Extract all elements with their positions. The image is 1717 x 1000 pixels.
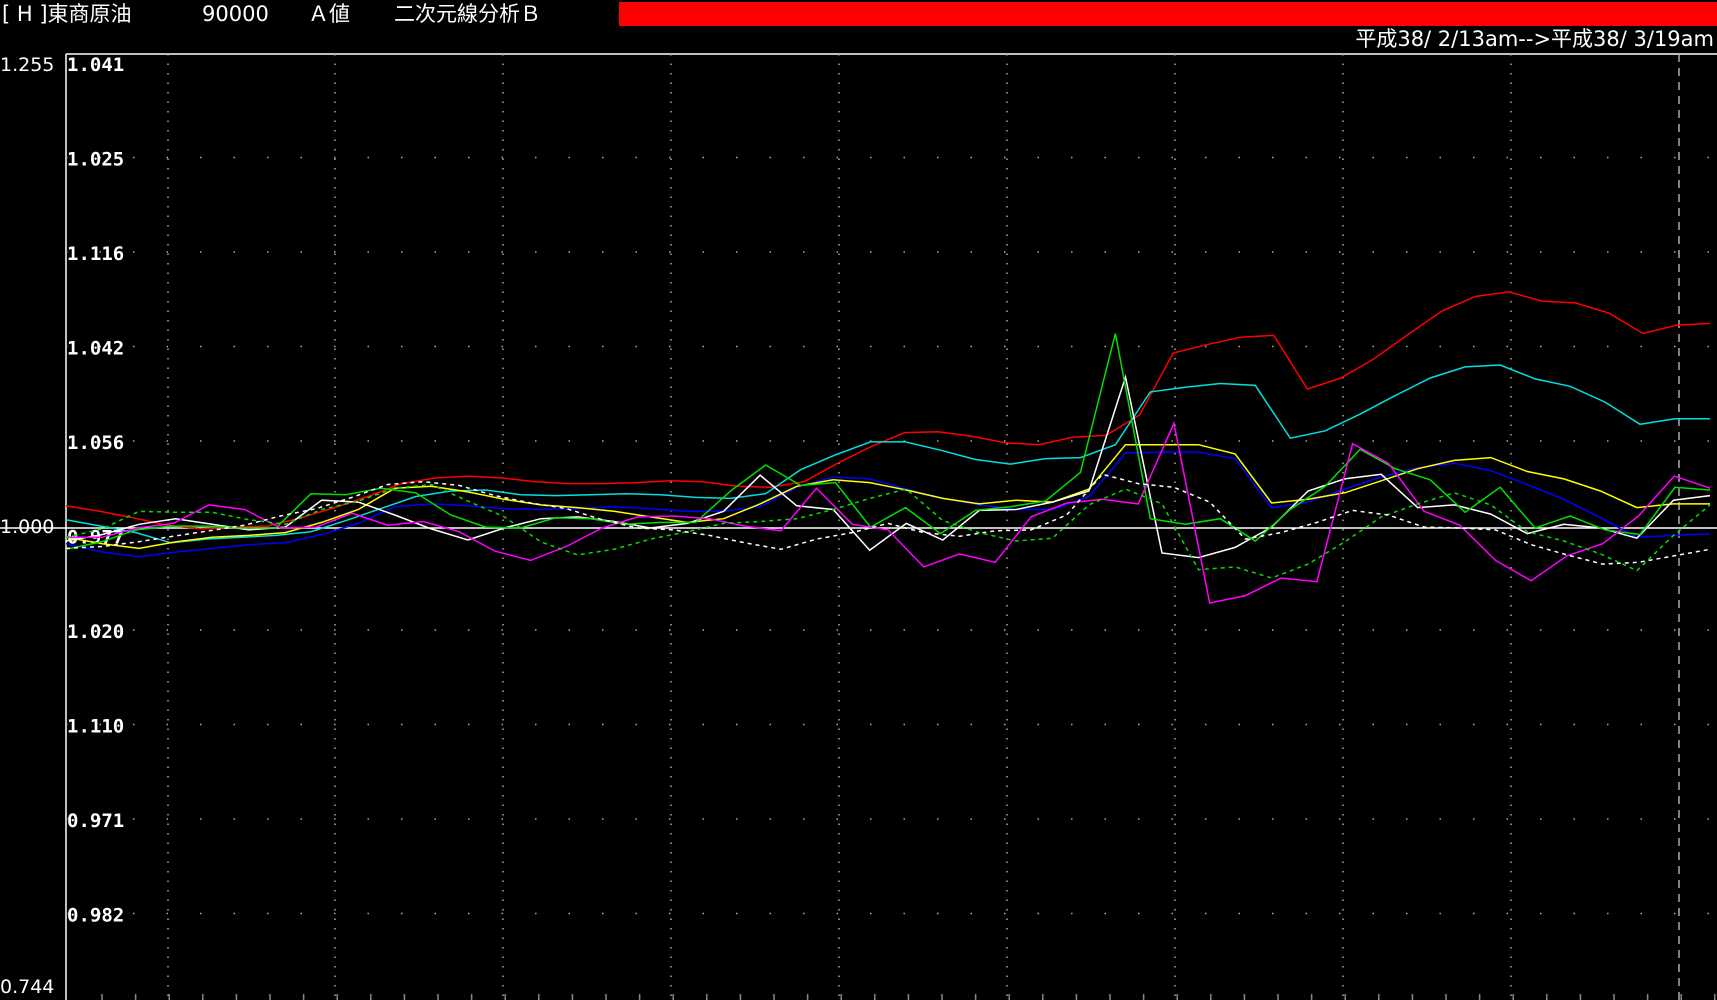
series-line-3 <box>65 451 1711 558</box>
inner-y-label: 1.116 <box>67 243 124 265</box>
inner-y-label: 1.020 <box>67 621 124 643</box>
inner-y-label: 1.025 <box>67 149 124 171</box>
inner-y-label: 0.982 <box>67 905 124 927</box>
inner-y-label: 1.056 <box>67 432 124 454</box>
series-line-9 <box>65 473 1711 565</box>
inner-y-label: 1.041 <box>67 54 124 76</box>
inner-y-label: 1.110 <box>67 716 124 738</box>
series-line-7 <box>66 420 1711 604</box>
series-line-2 <box>65 364 1710 544</box>
line-chart: 1.0411.0251.1161.0421.0560.9771.0201.110… <box>0 53 1717 1000</box>
inner-y-label: 0.971 <box>67 810 124 832</box>
inner-y-label: 1.042 <box>67 338 124 360</box>
